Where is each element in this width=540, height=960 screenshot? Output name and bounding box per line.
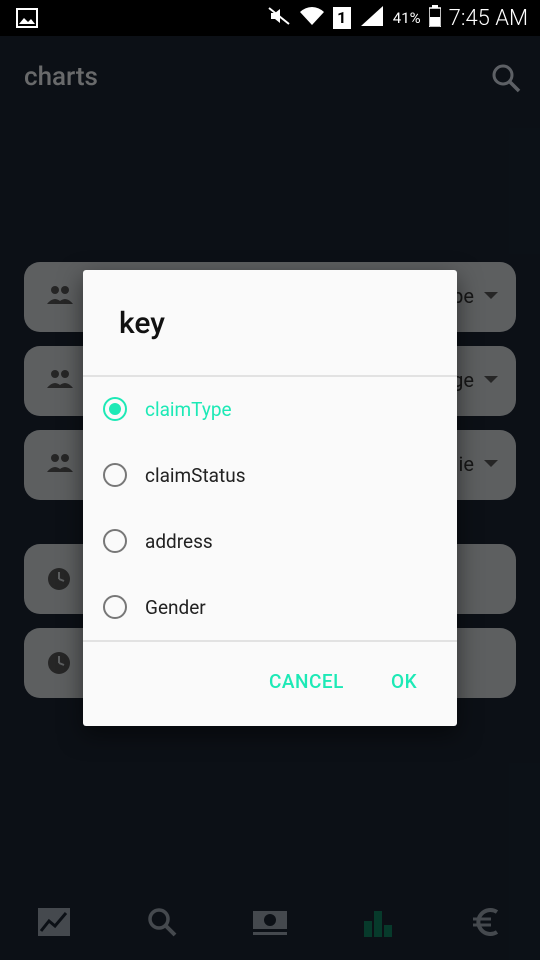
option-claimstatus[interactable]: claimStatus xyxy=(83,442,457,508)
option-address[interactable]: address xyxy=(83,508,457,574)
option-label: address xyxy=(145,530,213,553)
sim-badge: 1 xyxy=(332,7,351,29)
signal-icon xyxy=(359,5,385,31)
ok-button[interactable]: OK xyxy=(391,670,417,693)
option-gender[interactable]: Gender xyxy=(83,574,457,640)
battery-icon xyxy=(427,5,442,31)
cancel-button[interactable]: CANCEL xyxy=(269,670,344,693)
mute-icon xyxy=(267,6,291,30)
divider xyxy=(83,640,457,642)
key-dialog: key claimType claimStatus address Gender… xyxy=(83,270,457,726)
radio-button[interactable] xyxy=(103,529,127,553)
clock: 7:45 AM xyxy=(448,5,528,31)
option-claimtype[interactable]: claimType xyxy=(83,376,457,442)
gallery-notification-icon xyxy=(16,8,38,32)
option-label: Gender xyxy=(145,596,206,619)
battery-percent: 41% xyxy=(392,9,421,27)
option-label: claimStatus xyxy=(145,464,246,487)
radio-button[interactable] xyxy=(103,463,127,487)
option-label: claimType xyxy=(145,398,232,421)
status-bar: 1 41% 7:45 AM xyxy=(0,0,540,36)
radio-button-selected[interactable] xyxy=(103,397,127,421)
wifi-icon xyxy=(299,5,325,31)
radio-button[interactable] xyxy=(103,595,127,619)
dialog-title: key xyxy=(119,306,165,341)
